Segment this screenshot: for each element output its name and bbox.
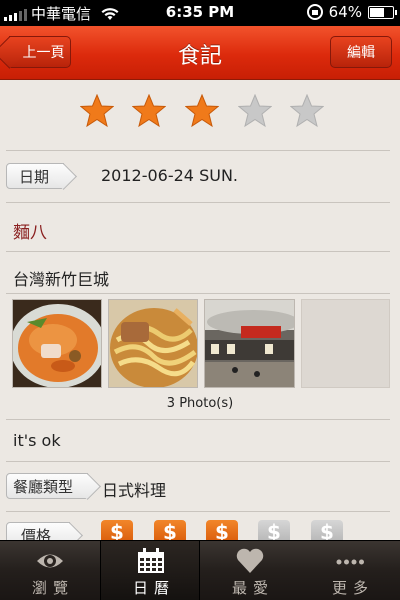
- photo-placeholder[interactable]: [301, 299, 390, 388]
- price-empty-icon: $: [311, 520, 343, 540]
- edit-button[interactable]: 編輯: [330, 36, 392, 68]
- price-filled-icon: $: [101, 520, 133, 540]
- star-filled-icon: [185, 94, 219, 128]
- price-empty-icon: $: [258, 520, 290, 540]
- star-empty-icon: [238, 94, 272, 128]
- restaurant-location: 台灣新竹巨城: [13, 270, 110, 289]
- tab-browse[interactable]: 瀏覽: [0, 541, 100, 600]
- divider: [6, 293, 390, 294]
- divider: [6, 511, 390, 512]
- nav-bar: 上一頁 食記 編輯: [0, 26, 400, 80]
- more-dots-icon: [336, 559, 364, 565]
- noodles-photo[interactable]: [108, 299, 198, 388]
- comment-text: it's ok: [13, 431, 61, 450]
- date-tag: 日期: [6, 163, 65, 189]
- price-label: 價格: [21, 526, 52, 541]
- entry-detail[interactable]: 日期 2012-06-24 SUN. 麵八 台灣新竹巨城 3 Photo(s) …: [0, 80, 400, 540]
- tab-browse-label: 瀏覽: [31, 579, 74, 597]
- calendar-icon: [138, 548, 164, 573]
- star-filled-icon: [132, 94, 166, 128]
- heart-icon: [236, 548, 264, 573]
- divider: [6, 461, 390, 462]
- tab-more[interactable]: 更多: [300, 541, 400, 600]
- date-label: 日期: [19, 167, 50, 186]
- divider: [6, 419, 390, 420]
- tab-calendar-label: 日曆: [132, 579, 175, 597]
- price-filled-icon: $: [206, 520, 238, 540]
- status-bar: 中華電信 6:35 PM 64%: [0, 0, 400, 26]
- status-right: 64%: [306, 3, 397, 21]
- photo-count: 3 Photo(s): [166, 396, 234, 411]
- tab-favorites-label: 最愛: [231, 579, 274, 597]
- category-tag: 餐廳類型: [6, 473, 89, 499]
- tab-more-label: 更多: [331, 579, 374, 597]
- divider: [6, 251, 390, 252]
- category-label: 餐廳類型: [13, 477, 74, 496]
- battery-percent: 64%: [328, 3, 362, 21]
- ramen-photo[interactable]: [12, 299, 102, 388]
- category-value: 日式料理: [102, 481, 167, 500]
- eye-icon: [37, 554, 63, 568]
- price-filled-icon: $: [154, 520, 186, 540]
- star-filled-icon: [80, 94, 114, 128]
- tab-calendar[interactable]: 日曆: [100, 541, 200, 600]
- date-value: 2012-06-24 SUN.: [101, 166, 238, 185]
- tab-bar: 瀏覽 日曆 最愛 更多: [0, 540, 400, 600]
- divider: [6, 150, 390, 151]
- star-rating: [0, 94, 400, 130]
- battery-icon: [368, 5, 397, 19]
- star-empty-icon: [290, 94, 324, 128]
- back-button-label: 上一頁: [22, 45, 65, 61]
- mall-photo[interactable]: [204, 299, 295, 388]
- tab-favorites[interactable]: 最愛: [200, 541, 300, 600]
- rotation-lock-icon: [306, 4, 323, 20]
- price-tag: 價格: [6, 522, 71, 541]
- restaurant-name: 麵八: [13, 223, 47, 243]
- divider: [6, 202, 390, 203]
